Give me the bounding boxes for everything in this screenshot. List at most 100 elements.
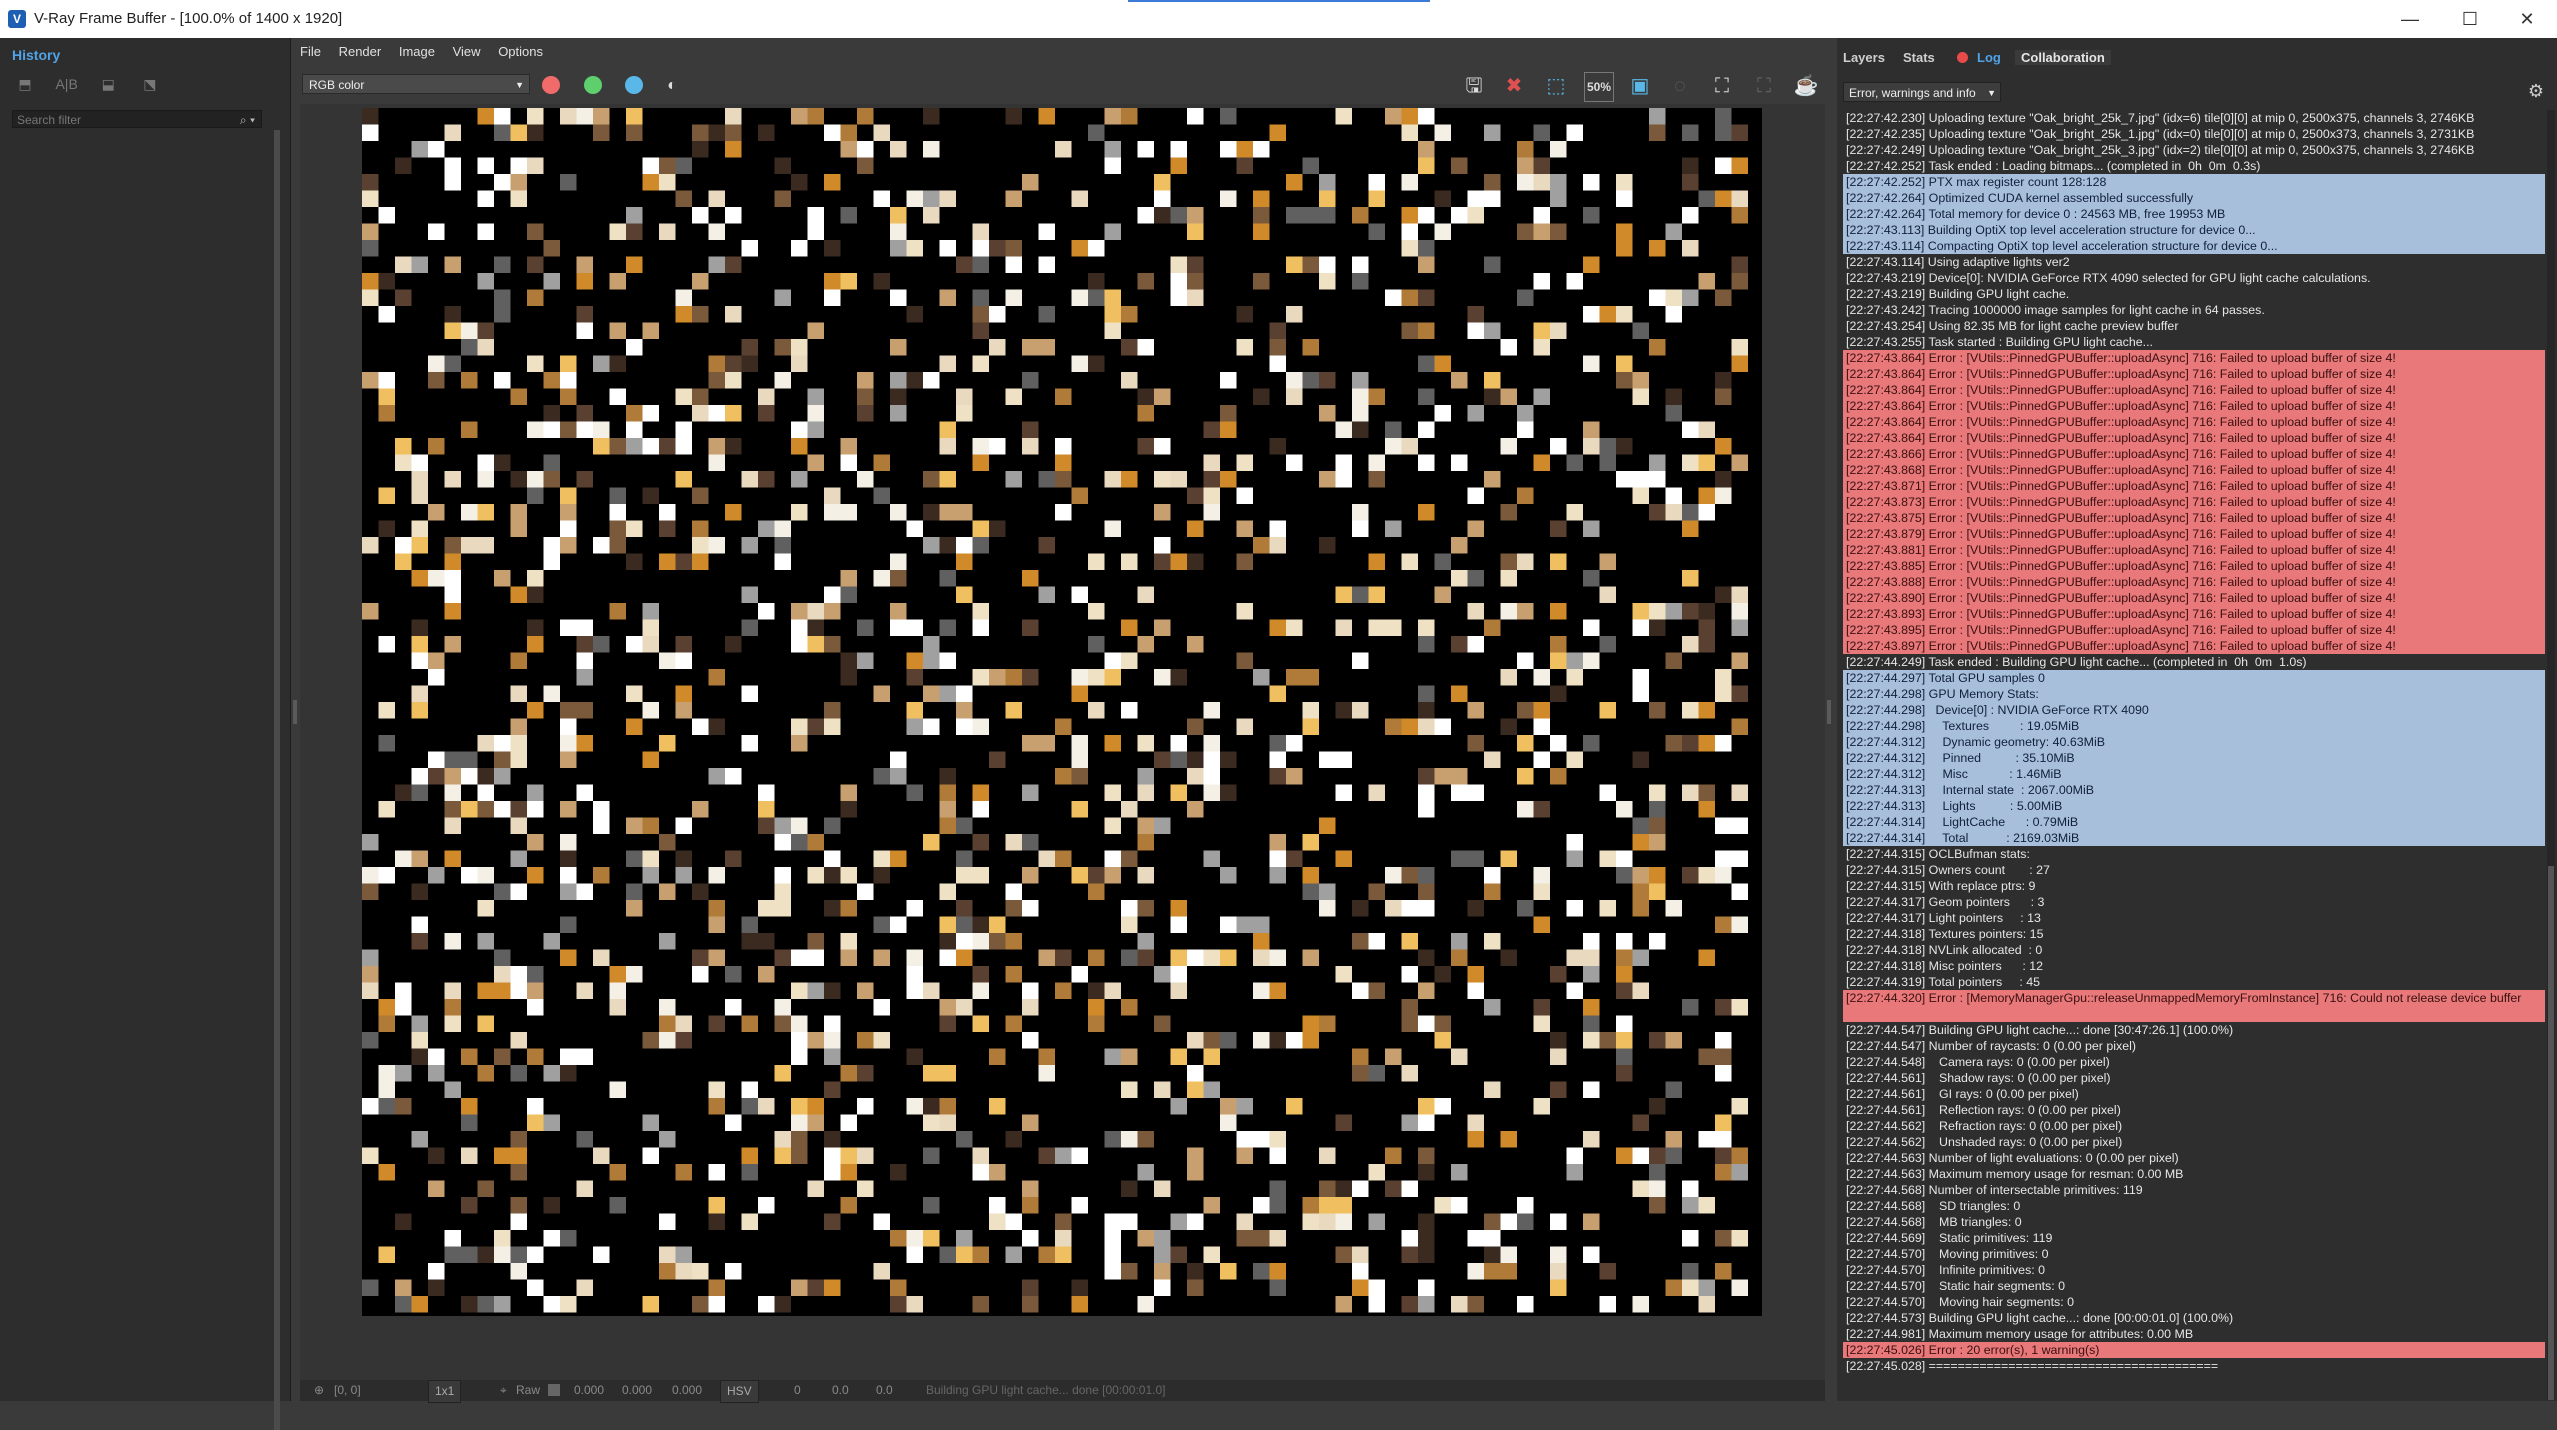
stop-render-icon[interactable]: ◌ xyxy=(1666,72,1694,100)
history-scroll-thumb[interactable] xyxy=(274,130,280,1430)
history-panel: History ⬒ A|B ⬓ ⬔ Search filter ⌕ ▾ xyxy=(0,38,291,1430)
log-line: [22:27:43.890] Error : [VUtils::PinnedGP… xyxy=(1843,590,2545,606)
menu-options[interactable]: Options xyxy=(498,40,543,64)
tab-collaboration[interactable]: Collaboration xyxy=(2015,50,2111,65)
log-line: [22:27:43.875] Error : [VUtils::PinnedGP… xyxy=(1843,510,2545,526)
green-channel-toggle[interactable] xyxy=(584,76,602,94)
log-scrollbar[interactable] xyxy=(2547,110,2555,1400)
zoom-badge[interactable]: 50% xyxy=(1584,72,1614,102)
log-line: [22:27:43.893] Error : [VUtils::PinnedGP… xyxy=(1843,606,2545,622)
log-line: [22:27:44.319] Total pointers : 45 xyxy=(1846,975,2041,989)
log-line: [22:27:44.561] Shadow rays: 0 (0.00 per … xyxy=(1846,1071,2111,1085)
log-line: [22:27:43.864] Error : [VUtils::PinnedGP… xyxy=(1843,398,2545,414)
log-line: [22:27:43.895] Error : [VUtils::PinnedGP… xyxy=(1843,622,2545,638)
hsv-v-value: 0.0 xyxy=(876,1383,893,1397)
log-line: [22:27:44.312] Dynamic geometry: 40.63Mi… xyxy=(1843,734,2545,750)
log-line: [22:27:44.298] GPU Memory Stats: xyxy=(1843,686,2545,702)
log-line: [22:27:44.298] Textures : 19.05MiB xyxy=(1843,718,2545,734)
blue-channel-toggle[interactable] xyxy=(625,76,643,94)
status-bar: ⊕ [0, 0] 1x1 ⌖ Raw 0.000 0.000 0.000 HSV… xyxy=(300,1380,1825,1403)
render-interactive-icon[interactable]: ⛶ xyxy=(1708,72,1736,100)
render-viewport[interactable] xyxy=(300,104,1825,1380)
tab-log[interactable]: Log xyxy=(1977,50,2001,65)
log-line: [22:27:44.568] MB triangles: 0 xyxy=(1846,1215,2022,1229)
zoom-select[interactable]: 1x1 xyxy=(428,1380,462,1403)
log-line: [22:27:44.570] Static hair segments: 0 xyxy=(1846,1279,2066,1293)
alpha-channel-icon[interactable]: ◐ xyxy=(658,72,686,100)
clear-image-icon[interactable]: ✖ xyxy=(1500,72,1528,100)
log-panel: Layers Stats Log Collaboration Error, wa… xyxy=(1837,38,2557,1401)
frame-buffer-toolbar: RGB color ▼ ◐ 🖫 ✖ ⬚ 50% ▣ ◌ ⛶ ⛶ ☕ xyxy=(300,68,1825,104)
tab-history[interactable]: History xyxy=(12,47,60,63)
history-search-input[interactable]: Search filter ⌕ ▾ xyxy=(12,110,262,128)
pick-color-icon[interactable]: ⌖ xyxy=(500,1380,507,1401)
log-line: [22:27:43.879] Error : [VUtils::PinnedGP… xyxy=(1843,526,2545,542)
history-scrollbar[interactable] xyxy=(274,130,280,1430)
log-line: [22:27:44.314] Total : 2169.03MiB xyxy=(1843,830,2545,846)
log-scroll-thumb[interactable] xyxy=(2548,866,2554,1400)
channel-select[interactable]: RGB color ▼ xyxy=(302,74,530,94)
render-region-icon[interactable]: ⛶ xyxy=(1750,72,1778,100)
log-line: [22:27:44.317] Geom pointers : 3 xyxy=(1846,895,2045,909)
log-line: [22:27:44.318] Misc pointers : 12 xyxy=(1846,959,2043,973)
log-line: [22:27:44.568] SD triangles: 0 xyxy=(1846,1199,2021,1213)
render-noise-canvas xyxy=(362,108,1748,1313)
log-line: [22:27:42.252] PTX max register count 12… xyxy=(1843,174,2545,190)
log-line: [22:27:44.315] OCLBufman stats: xyxy=(1846,847,2030,861)
maximize-button[interactable]: ☐ xyxy=(2440,4,2500,34)
tab-stats[interactable]: Stats xyxy=(1903,50,1935,65)
log-line: [22:27:44.297] Total GPU samples 0 xyxy=(1843,670,2545,686)
status-message: Building GPU light cache... done [00:00:… xyxy=(926,1383,1166,1397)
menu-file[interactable]: File xyxy=(300,40,321,64)
track-mouse-icon[interactable]: ▣ xyxy=(1626,72,1654,100)
log-line: [22:27:44.573] Building GPU light cache.… xyxy=(1846,1311,2234,1325)
log-line: [22:27:44.561] GI rays: 0 (0.00 per pixe… xyxy=(1846,1087,2079,1101)
color-mode-select[interactable]: HSV xyxy=(720,1380,759,1403)
log-line: [22:27:44.320] Error : [MemoryManagerGpu… xyxy=(1843,990,2545,1022)
log-line: [22:27:43.885] Error : [VUtils::PinnedGP… xyxy=(1843,558,2545,574)
log-line: [22:27:44.570] Infinite primitives: 0 xyxy=(1846,1263,2046,1277)
log-line: [22:27:43.114] Using adaptive lights ver… xyxy=(1846,255,2070,269)
minimize-button[interactable]: — xyxy=(2380,4,2440,34)
raw-g-value: 0.000 xyxy=(622,1383,653,1397)
render-image[interactable] xyxy=(362,108,1762,1316)
log-line: [22:27:43.114] Compacting OptiX top leve… xyxy=(1843,238,2545,254)
window-title: V-Ray Frame Buffer - [100.0% of 1400 x 1… xyxy=(34,10,343,27)
history-toolbar: ⬒ A|B ⬓ ⬔ xyxy=(12,76,175,96)
menu-image[interactable]: Image xyxy=(399,40,435,64)
log-line: [22:27:43.864] Error : [VUtils::PinnedGP… xyxy=(1843,350,2545,366)
close-button[interactable]: ✕ xyxy=(2497,4,2557,34)
log-line: [22:27:44.312] Misc : 1.46MiB xyxy=(1843,766,2545,782)
channel-value: RGB color xyxy=(309,78,365,92)
search-placeholder: Search filter xyxy=(17,113,82,127)
log-level-select[interactable]: Error, warnings and info ▼ xyxy=(1843,82,2001,102)
log-line: [22:27:44.548] Camera rays: 0 (0.00 per … xyxy=(1846,1055,2110,1069)
log-list[interactable]: [22:27:42.230] Uploading texture "Oak_br… xyxy=(1843,110,2545,1420)
right-splitter-handle[interactable] xyxy=(1827,700,1831,724)
log-line: [22:27:44.563] Maximum memory usage for … xyxy=(1846,1167,2184,1181)
log-line: [22:27:43.881] Error : [VUtils::PinnedGP… xyxy=(1843,542,2545,558)
log-line: [22:27:43.219] Building GPU light cache. xyxy=(1846,287,2070,301)
remove-history-icon[interactable]: ⬔ xyxy=(137,76,163,96)
log-line: [22:27:44.562] Refraction rays: 0 (0.00 … xyxy=(1846,1119,2123,1133)
log-line: [22:27:45.026] Error : 20 error(s), 1 wa… xyxy=(1843,1342,2545,1358)
log-line: [22:27:44.249] Task ended : Building GPU… xyxy=(1846,655,2307,669)
render-teapot-icon[interactable]: ☕ xyxy=(1792,72,1820,100)
search-icon[interactable]: ⌕ ▾ xyxy=(240,111,255,129)
ab-compare-icon[interactable]: A|B xyxy=(54,76,80,96)
raw-label: Raw xyxy=(516,1383,541,1397)
red-channel-toggle[interactable] xyxy=(542,76,560,94)
chevron-down-icon: ▼ xyxy=(515,80,524,90)
menu-render[interactable]: Render xyxy=(339,40,382,64)
raw-r-value: 0.000 xyxy=(574,1383,605,1397)
menu-view[interactable]: View xyxy=(453,40,481,64)
left-splitter-handle[interactable] xyxy=(293,700,297,724)
region-render-icon[interactable]: ⬚ xyxy=(1542,72,1570,100)
save-history-icon[interactable]: ⬒ xyxy=(12,76,38,96)
log-line: [22:27:43.897] Error : [VUtils::PinnedGP… xyxy=(1843,638,2545,654)
tab-layers[interactable]: Layers xyxy=(1843,50,1885,65)
gear-icon[interactable]: ⚙ xyxy=(2525,80,2547,102)
save-image-icon[interactable]: 🖫 xyxy=(1460,72,1488,100)
log-line: [22:27:43.255] Task started : Building G… xyxy=(1846,335,2153,349)
load-history-icon[interactable]: ⬓ xyxy=(95,76,121,96)
